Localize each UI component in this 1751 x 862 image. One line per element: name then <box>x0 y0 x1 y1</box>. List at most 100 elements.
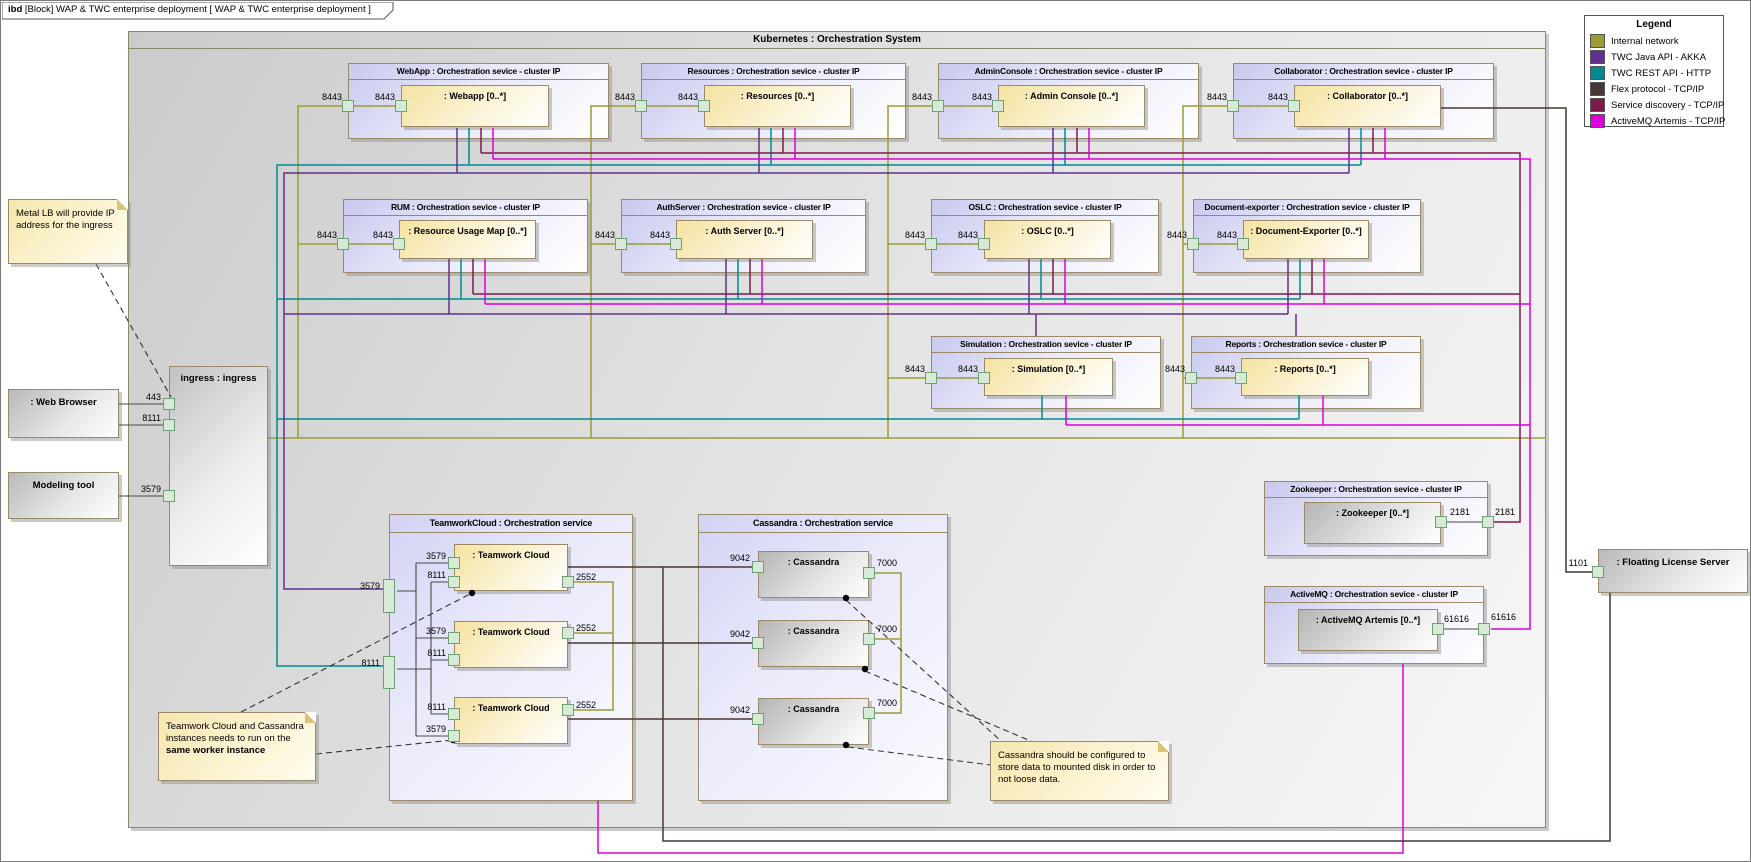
port-tc1-right-0[interactable] <box>562 576 574 588</box>
port-label-resources-inner: 8443 <box>678 92 698 103</box>
port-label-tc2-left-1: 8111 <box>427 648 446 659</box>
port-label-cassandra3-right: 7000 <box>877 698 897 709</box>
port-reports-outer[interactable] <box>1185 372 1197 384</box>
note-fold <box>1158 741 1169 752</box>
port-label-tc2-left-0: 3579 <box>426 626 446 637</box>
connector-ol[interactable] <box>591 106 641 438</box>
port-label-cassandra3-left: 9042 <box>730 705 750 716</box>
port-tc2-left-1[interactable] <box>448 654 460 666</box>
port-label-authserver-inner: 8443 <box>650 230 670 241</box>
port-resources-outer[interactable] <box>635 100 647 112</box>
legend-item: TWC Java API - AKKA <box>1590 49 1718 65</box>
port-reports-inner[interactable] <box>1235 372 1247 384</box>
port-simulation-outer[interactable] <box>925 372 937 384</box>
port-ingress-3579[interactable] <box>163 490 175 502</box>
port-authserver-outer[interactable] <box>615 238 627 250</box>
port-label-collaborator-outer: 8443 <box>1207 92 1227 103</box>
port-cassandra1-9042[interactable] <box>752 561 764 573</box>
port-adminconsole-inner[interactable] <box>992 100 1004 112</box>
port-label-tc3-left-1: 3579 <box>426 724 446 735</box>
legend-item-label: Internal network <box>1611 36 1679 47</box>
legend-item: ActiveMQ Artemis - TCP/IP <box>1590 113 1718 129</box>
legend-item: Flex protocol - TCP/IP <box>1590 81 1718 97</box>
port-tc2-right-0[interactable] <box>562 627 574 639</box>
port-label-rum-inner: 8443 <box>373 230 393 241</box>
legend-swatch-icon <box>1590 50 1605 64</box>
port-docexporter-inner[interactable] <box>1237 238 1249 250</box>
port-oslc-outer[interactable] <box>925 238 937 250</box>
port-label-license: 1101 <box>1569 558 1588 569</box>
port-webapp-inner[interactable] <box>395 100 407 112</box>
port-authserver-inner[interactable] <box>670 238 682 250</box>
port-label-tc2-right-0: 2552 <box>576 623 596 634</box>
port-cassandra2-9042[interactable] <box>752 637 764 649</box>
port-label-tc1-left-0: 3579 <box>426 551 446 562</box>
port-cassandra3-9042[interactable] <box>752 713 764 725</box>
connector-ol[interactable] <box>568 582 613 710</box>
port-label-ingress-1: 8111 <box>142 413 161 424</box>
port-label-webapp-outer: 8443 <box>322 92 342 103</box>
port-activemq-outer[interactable] <box>1478 623 1490 635</box>
port-label-webapp-inner: 8443 <box>375 92 395 103</box>
legend-swatch-icon <box>1590 34 1605 48</box>
port-teamworkcloud-3579[interactable] <box>383 579 395 613</box>
connector-ol[interactable] <box>1183 106 1233 438</box>
port-activemq-inner[interactable] <box>1432 623 1444 635</box>
port-rum-outer[interactable] <box>337 238 349 250</box>
anchor-dot <box>843 595 849 601</box>
port-teamworkcloud-8111[interactable] <box>383 656 395 689</box>
connector-br[interactable] <box>1441 108 1592 572</box>
port-ingress-8111[interactable] <box>163 419 175 431</box>
legend-swatch-icon <box>1590 82 1605 96</box>
port-ingress-443[interactable] <box>163 398 175 410</box>
port-license-1101[interactable] <box>1592 566 1604 578</box>
port-label-cassandra2-left: 9042 <box>730 629 750 640</box>
port-label-resources-outer: 8443 <box>615 92 635 103</box>
port-cassandra3-7000[interactable] <box>863 707 875 719</box>
port-oslc-inner[interactable] <box>978 238 990 250</box>
port-simulation-inner[interactable] <box>978 372 990 384</box>
note-worker-instance[interactable]: Teamwork Cloud and Cassandra instances n… <box>158 712 316 781</box>
port-collaborator-inner[interactable] <box>1288 100 1300 112</box>
port-cassandra1-7000[interactable] <box>863 567 875 579</box>
port-tc2-left-0[interactable] <box>448 632 460 644</box>
port-resources-inner[interactable] <box>698 100 710 112</box>
port-label-ingress-2: 3579 <box>141 484 161 495</box>
port-webapp-outer[interactable] <box>342 100 354 112</box>
port-label-reports-inner: 8443 <box>1215 364 1235 375</box>
port-label-tc1-right-0: 2552 <box>576 572 596 583</box>
legend-item: TWC REST API - HTTP <box>1590 65 1718 81</box>
port-tc3-left-0[interactable] <box>448 708 460 720</box>
port-tc3-left-1[interactable] <box>448 730 460 742</box>
port-adminconsole-outer[interactable] <box>932 100 944 112</box>
port-zookeeper-outer[interactable] <box>1482 516 1494 528</box>
port-tc3-right-0[interactable] <box>562 704 574 716</box>
connector-ma[interactable] <box>481 153 1520 522</box>
legend-swatch-icon <box>1590 98 1605 112</box>
legend-item-label: TWC Java API - AKKA <box>1611 52 1706 63</box>
connector-mg[interactable] <box>493 159 1530 629</box>
port-cassandra2-7000[interactable] <box>863 633 875 645</box>
connector-ol[interactable] <box>298 106 343 438</box>
note-cassandra-disk[interactable]: Cassandra should be configured to store … <box>990 741 1169 801</box>
connector-ol[interactable] <box>888 106 938 438</box>
port-tc1-left-1[interactable] <box>448 576 460 588</box>
legend-item-label: Flex protocol - TCP/IP <box>1611 84 1704 95</box>
port-label-cassandra2-right: 7000 <box>877 624 897 635</box>
port-zookeeper-inner[interactable] <box>1435 516 1447 528</box>
port-tc1-left-0[interactable] <box>448 557 460 569</box>
port-label-teamworkcloud-outer-0: 3579 <box>360 581 380 592</box>
port-docexporter-outer[interactable] <box>1187 238 1199 250</box>
port-rum-inner[interactable] <box>393 238 405 250</box>
port-collaborator-outer[interactable] <box>1227 100 1239 112</box>
note-anchor-line <box>848 747 991 765</box>
note-metallb[interactable]: Metal LB will provide IP address for the… <box>8 199 128 264</box>
legend-item: Service discovery - TCP/IP <box>1590 97 1718 113</box>
legend-box[interactable]: LegendInternal networkTWC Java API - AKK… <box>1584 15 1724 127</box>
port-label-tc1-left-1: 8111 <box>427 570 446 581</box>
port-label-reports-outer: 8443 <box>1165 364 1185 375</box>
port-label-rum-outer: 8443 <box>317 230 337 241</box>
note-anchor-line <box>96 264 171 397</box>
note-metallb-text: Metal LB will provide IP address for the… <box>16 208 115 231</box>
port-label-adminconsole-outer: 8443 <box>912 92 932 103</box>
